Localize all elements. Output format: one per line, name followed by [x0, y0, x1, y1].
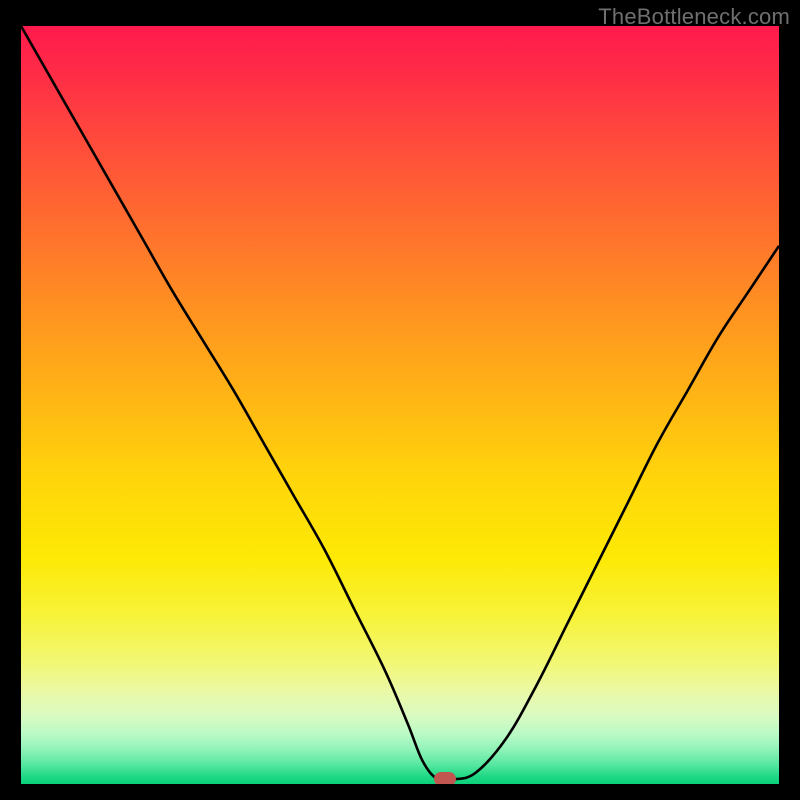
bottleneck-curve [21, 26, 779, 784]
curve-path [21, 26, 779, 781]
plot-area [21, 26, 779, 784]
watermark-text: TheBottleneck.com [598, 4, 790, 30]
chart-frame: TheBottleneck.com [0, 0, 800, 800]
optimal-marker [434, 772, 456, 784]
